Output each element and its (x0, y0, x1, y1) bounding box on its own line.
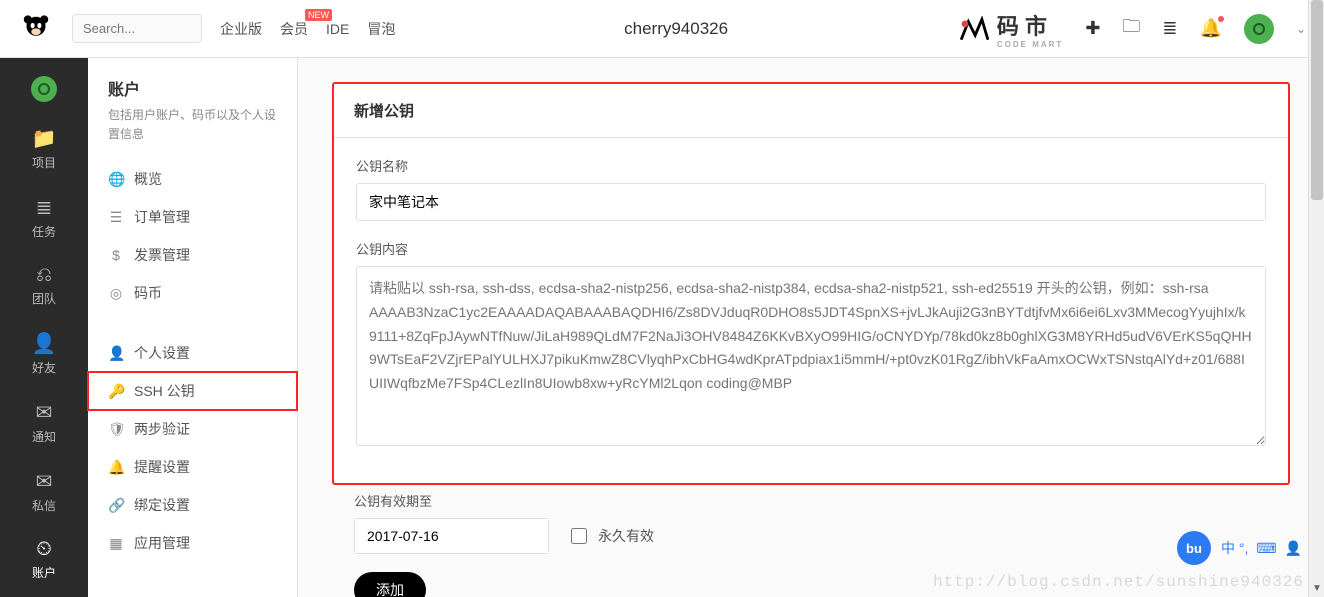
bell-icon: 🔔 (108, 459, 124, 476)
sidebar-item-label: SSH 公钥 (134, 381, 195, 401)
bell-icon[interactable]: 🔔 (1200, 18, 1222, 39)
stack-icon[interactable]: ≣ (1162, 18, 1177, 39)
list-icon: ≣ (0, 195, 88, 220)
ime-text: 中 °, (1221, 538, 1248, 558)
vertical-scrollbar[interactable]: ▲ ▼ (1308, 0, 1324, 597)
sidebar-item-label: 绑定设置 (134, 495, 190, 515)
nav-maopao[interactable]: 冒泡 (367, 19, 395, 39)
grid-icon: ▦ (108, 535, 124, 552)
box-icon[interactable]: 🗀 (1122, 14, 1140, 44)
list-icon: ☰ (108, 209, 124, 226)
main-content: 新增公钥 公钥名称 公钥内容 公钥有效期至 永久有效 添加 (298, 58, 1324, 597)
nav-member[interactable]: 会员NEW (280, 19, 308, 39)
folder-icon: 📁 (0, 126, 88, 151)
scroll-down-icon[interactable]: ▼ (1309, 581, 1324, 597)
key-name-label: 公钥名称 (356, 156, 1266, 175)
sidebar-ssh-key[interactable]: 🔑 SSH 公钥 (88, 372, 297, 410)
nav-member-label: 会员 (280, 21, 308, 37)
plus-icon[interactable]: ✚ (1085, 18, 1100, 39)
expire-date-input[interactable] (354, 518, 549, 554)
person-icon: 👤 (0, 331, 88, 356)
gauge-icon: ⏲ (0, 538, 88, 561)
baidu-icon[interactable]: bu (1177, 531, 1211, 565)
rail-message[interactable]: ✉ 私信 (0, 463, 88, 520)
new-badge: NEW (305, 9, 332, 21)
rail-notify[interactable]: ✉ 通知 (0, 394, 88, 451)
sidebar-item-label: 提醒设置 (134, 457, 190, 477)
key-content-textarea[interactable] (356, 266, 1266, 446)
mail-icon: ✉ (0, 469, 88, 494)
rail-user[interactable] (0, 70, 88, 108)
sidebar-profile[interactable]: 👤 个人设置 (88, 334, 297, 372)
nav-ide[interactable]: IDE (326, 21, 349, 37)
account-sidebar: 账户 包括用户账户、码币以及个人设置信息 🌐 概览 ☰ 订单管理 $ 发票管理 ◎ 码币… (88, 58, 298, 597)
add-key-panel: 新增公钥 公钥名称 公钥内容 (332, 82, 1290, 485)
forever-checkbox[interactable] (571, 528, 587, 544)
sidebar-item-label: 个人设置 (134, 343, 190, 363)
person-icon: 👤 (108, 345, 124, 362)
floating-widgets: bu 中 °, ⌨ 👤 (1177, 531, 1302, 565)
shield-icon: 🛡 (108, 421, 124, 438)
sidebar-coin[interactable]: ◎ 码币 (88, 274, 297, 312)
keyboard-icon: ⌨ (1256, 540, 1276, 557)
person-outline-icon: 👤 (1285, 540, 1302, 557)
sidebar-notify-settings[interactable]: 🔔 提醒设置 (88, 448, 297, 486)
rail-label: 通知 (32, 430, 56, 444)
sidebar-apps[interactable]: ▦ 应用管理 (88, 524, 297, 562)
panel-title: 新增公钥 (334, 84, 1288, 138)
brand-logo[interactable] (18, 11, 54, 47)
sidebar-item-label: 两步验证 (134, 419, 190, 439)
rail-friend[interactable]: 👤 好友 (0, 325, 88, 382)
topbar: 企业版 会员NEW IDE 冒泡 cherry940326 码 市 CODE MA… (0, 0, 1324, 58)
sidebar-title: 账户 (108, 76, 297, 100)
sidebar-item-label: 发票管理 (134, 245, 190, 265)
nav-enterprise[interactable]: 企业版 (220, 19, 262, 39)
search-input[interactable] (72, 14, 202, 43)
rail-label: 私信 (32, 499, 56, 513)
ime-indicator[interactable]: 中 °, ⌨ 👤 (1221, 538, 1302, 558)
sidebar-2fa[interactable]: 🛡 两步验证 (88, 410, 297, 448)
team-icon: ⎌ (0, 264, 88, 287)
avatar[interactable] (1244, 14, 1274, 44)
sidebar-item-label: 码币 (134, 283, 162, 303)
globe-icon: 🌐 (108, 171, 124, 188)
rail-account[interactable]: ⏲ 账户 (0, 532, 88, 587)
rail-label: 任务 (32, 225, 56, 239)
scrollbar-thumb[interactable] (1311, 0, 1323, 200)
submit-button[interactable]: 添加 (354, 572, 426, 597)
rail-label: 好友 (32, 361, 56, 375)
topbar-actions: 码 市 CODE MART ✚ 🗀 ≣ 🔔 ⌄ (957, 9, 1306, 49)
page-username: cherry940326 (413, 19, 939, 39)
expire-label: 公钥有效期至 (354, 491, 1268, 510)
link-icon: 🔗 (108, 497, 124, 514)
top-nav: 企业版 会员NEW IDE 冒泡 (220, 19, 395, 39)
key-name-input[interactable] (356, 183, 1266, 221)
chevron-down-icon[interactable]: ⌄ (1296, 22, 1306, 36)
inbox-icon: ✉ (0, 400, 88, 425)
left-rail: 📁 项目 ≣ 任务 ⎌ 团队 👤 好友 ✉ 通知 ✉ 私信 ⏲ 账户 (0, 58, 88, 597)
rail-team[interactable]: ⎌ 团队 (0, 258, 88, 313)
sidebar-orders[interactable]: ☰ 订单管理 (88, 198, 297, 236)
key-icon: 🔑 (108, 383, 124, 400)
rail-label: 团队 (32, 292, 56, 306)
rail-label: 账户 (32, 566, 56, 580)
rail-project[interactable]: 📁 项目 (0, 120, 88, 177)
sidebar-item-label: 订单管理 (134, 207, 190, 227)
sidebar-item-label: 概览 (134, 169, 162, 189)
code-mart-logo[interactable]: 码 市 CODE MART (957, 9, 1063, 49)
sidebar-invoice[interactable]: $ 发票管理 (88, 236, 297, 274)
sidebar-overview[interactable]: 🌐 概览 (88, 160, 297, 198)
forever-label: 永久有效 (598, 526, 654, 546)
sidebar-bind[interactable]: 🔗 绑定设置 (88, 486, 297, 524)
sidebar-subtitle: 包括用户账户、码币以及个人设置信息 (108, 106, 277, 144)
forever-checkbox-wrap[interactable]: 永久有效 (567, 525, 654, 547)
key-content-label: 公钥内容 (356, 239, 1266, 258)
mart-sub: CODE MART (997, 41, 1063, 49)
sidebar-item-label: 应用管理 (134, 533, 190, 553)
rail-label: 项目 (32, 156, 56, 170)
dollar-icon: $ (108, 247, 124, 263)
rail-task[interactable]: ≣ 任务 (0, 189, 88, 246)
mart-label: 码 市 (997, 14, 1047, 39)
coin-icon: ◎ (108, 285, 124, 302)
